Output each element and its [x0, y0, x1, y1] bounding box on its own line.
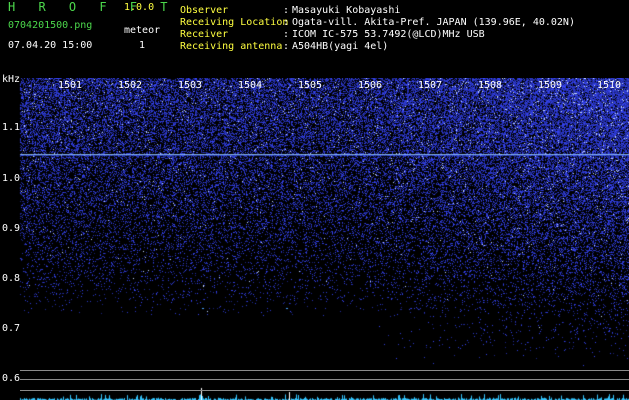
file-name: 0704201500.png [8, 20, 93, 31]
frequency-tick: 1.0 [2, 173, 21, 184]
info-separator: : [283, 29, 290, 40]
time-label: 1502 [118, 80, 143, 91]
info-receiver-key: Receiver [180, 29, 229, 40]
frequency-tick: 0.6 [2, 373, 21, 384]
info-location-key: Receiving Location [180, 17, 289, 28]
capture-datetime: 07.04.20 15:00 [8, 40, 93, 51]
time-label: 1508 [478, 80, 503, 91]
info-receiver-value: ICOM IC-575 53.7492(@LCD)MHz USB [292, 29, 485, 40]
time-label: 1506 [358, 80, 383, 91]
baseline-divider [20, 379, 629, 380]
meteor-count: 1 [139, 40, 146, 51]
baseline-divider [20, 390, 629, 391]
info-location-value: Ogata-vill. Akita-Pref. JAPAN (139.96E, … [292, 17, 575, 28]
frequency-unit-label: kHz [2, 74, 21, 85]
time-label: 1505 [298, 80, 323, 91]
info-observer-value: Masayuki Kobayashi [292, 5, 401, 16]
info-separator: : [283, 17, 290, 28]
baseline-divider [20, 370, 629, 371]
info-separator: : [283, 41, 290, 52]
frequency-tick: 0.8 [2, 273, 21, 284]
time-label: 1504 [238, 80, 263, 91]
info-antenna-key: Receiving antenna [180, 41, 283, 52]
info-observer-key: Observer [180, 5, 229, 16]
spectrogram-canvas [0, 78, 629, 400]
time-label: 1510 [597, 80, 622, 91]
info-separator: : [283, 5, 290, 16]
meteor-label: meteor [124, 25, 161, 36]
time-label: 1509 [538, 80, 563, 91]
time-label: 1503 [178, 80, 203, 91]
info-antenna-value: A504HB(yagi 4el) [292, 41, 389, 52]
frequency-tick: 0.7 [2, 323, 21, 334]
time-label: 1507 [418, 80, 443, 91]
frequency-tick: 0.9 [2, 223, 21, 234]
time-label: 1501 [58, 80, 83, 91]
frequency-tick: 1.1 [2, 122, 21, 133]
app-version: 1.0.0 [124, 2, 155, 13]
